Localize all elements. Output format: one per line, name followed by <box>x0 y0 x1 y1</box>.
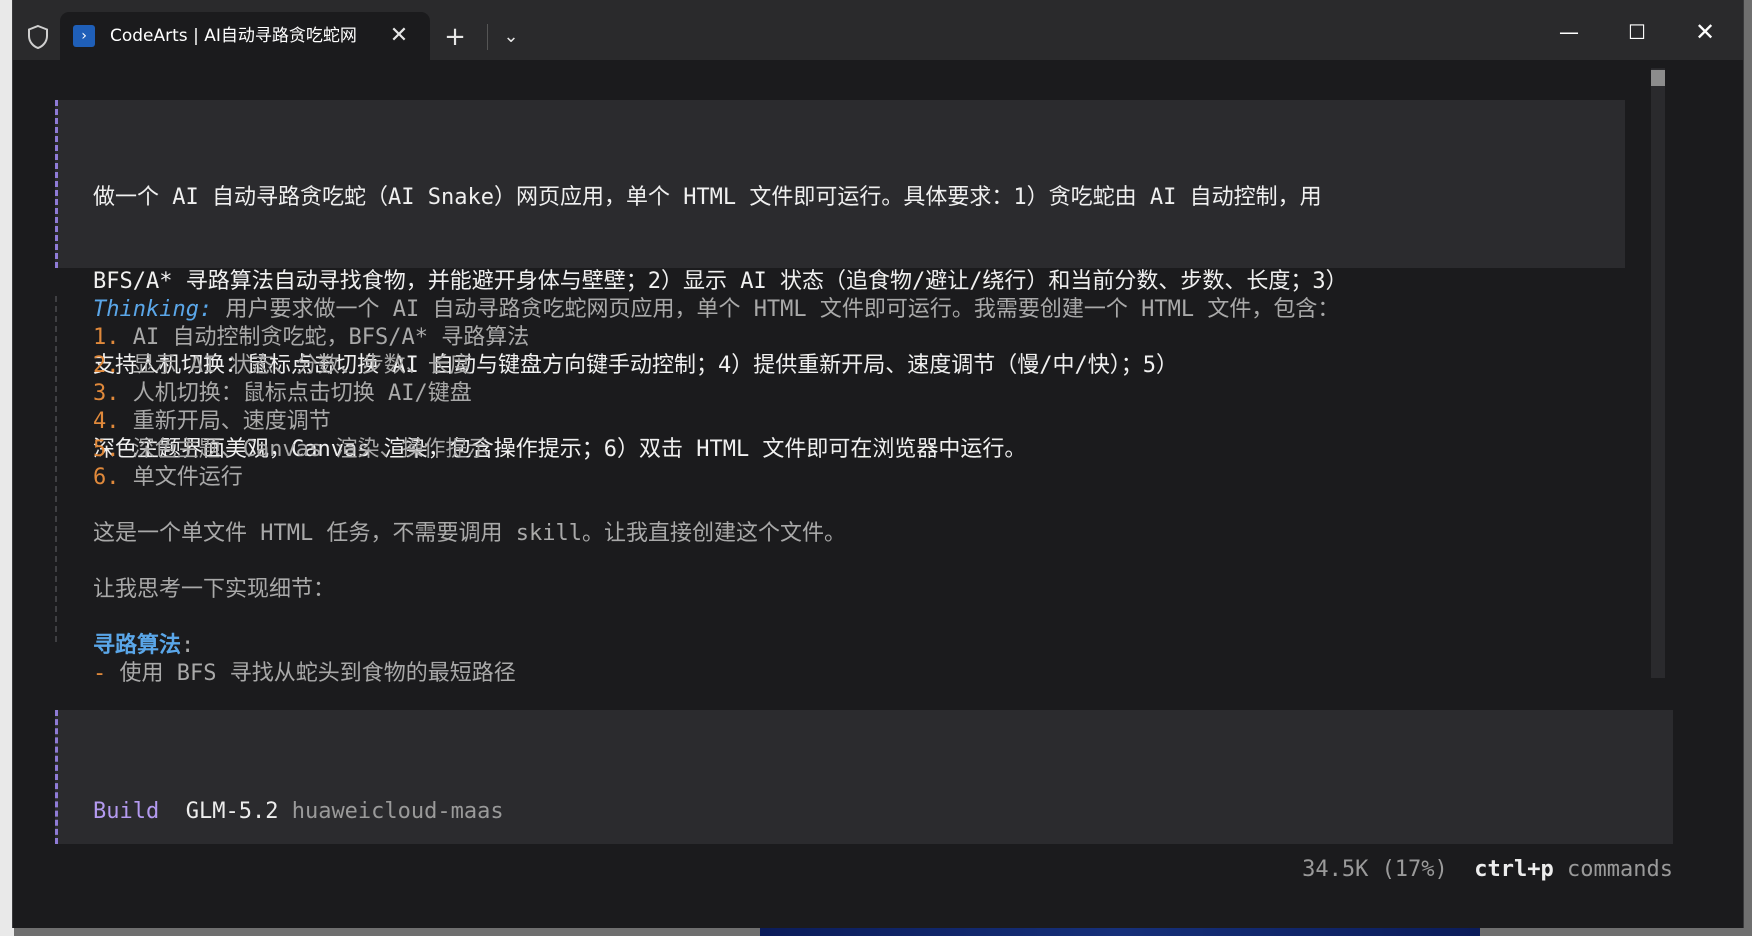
prompt-line: BFS/A* 寻路算法自动寻找食物，并能避开身体与壁壁；2）显示 AI 状态（追… <box>93 269 1348 294</box>
mode-label[interactable]: Build <box>93 799 159 824</box>
list-item: 6. 单文件运行 <box>93 464 1623 492</box>
shortcut-label[interactable]: commands <box>1567 857 1673 882</box>
agent-info: Build GLM-5.2 huaweicloud-maas <box>93 798 504 826</box>
tab-close-button[interactable]: ✕ <box>386 23 412 49</box>
prompt-accent-rule <box>55 100 58 268</box>
prompt-line: 做一个 AI 自动寻路贪吃蛇（AI Snake）网页应用，单个 HTML 文件即… <box>93 185 1322 210</box>
list-item: 3. 人机切换：鼠标点击切换 AI/键盘 <box>93 380 1623 408</box>
tab-codearts[interactable]: › CodeArts | AI自动寻路贪吃蛇网 ✕ <box>60 12 430 60</box>
list-text: 人机切换：鼠标点击切换 AI/键盘 <box>119 381 472 406</box>
thinking-intro-text: 用户要求做一个 AI 自动寻路贪吃蛇网页应用，单个 HTML 文件即可运行。我需… <box>212 297 1340 322</box>
thinking-paragraph: 这是一个单文件 HTML 任务，不需要调用 skill。让我直接创建这个文件。 <box>93 521 846 546</box>
list-item: 4. 重新开局、速度调节 <box>93 408 1623 436</box>
list-number: 5. <box>93 437 120 462</box>
section-heading: 寻路算法: <box>93 632 1623 660</box>
scrollbar-track[interactable] <box>1651 68 1665 678</box>
input-accent-rule <box>55 710 58 844</box>
terminal-window: › CodeArts | AI自动寻路贪吃蛇网 ✕ + ⌄ — ☐ ✕ 做一个 … <box>12 0 1744 928</box>
list-number: 6. <box>93 465 120 490</box>
thinking-paragraph: 让我思考一下实现细节： <box>93 577 336 602</box>
model-name[interactable]: GLM-5.2 <box>186 799 279 824</box>
chevron-down-icon[interactable]: ⌄ <box>495 22 527 52</box>
close-window-button[interactable]: ✕ <box>1685 16 1725 48</box>
section-colon: : <box>181 633 195 658</box>
list-text: 显示 AI 状态、分数、步数、长度 <box>119 353 472 378</box>
bullet-item: - 使用 BFS 寻找从蛇头到食物的最短路径 <box>93 660 1623 688</box>
list-number: 3. <box>93 381 120 406</box>
shield-icon[interactable] <box>25 24 51 50</box>
status-bar: 34.5K (17%) ctrl+p commands <box>1302 856 1673 884</box>
list-text: 深色主题、Canvas 渲染、操作提示 <box>119 437 490 462</box>
thinking-rule <box>55 296 57 642</box>
shortcut-key: ctrl+p <box>1474 857 1554 882</box>
maximize-button[interactable]: ☐ <box>1617 16 1657 48</box>
terminal-content: 做一个 AI 自动寻路贪吃蛇（AI Snake）网页应用，单个 HTML 文件即… <box>13 60 1743 928</box>
list-item: 1. AI 自动控制贪吃蛇，BFS/A* 寻路算法 <box>93 324 1623 352</box>
scrollbar-thumb[interactable] <box>1651 70 1665 86</box>
provider-name: huaweicloud-maas <box>291 799 504 824</box>
token-usage: 34.5K (17%) <box>1302 857 1448 882</box>
list-number: 1. <box>93 325 120 350</box>
title-bar[interactable]: › CodeArts | AI自动寻路贪吃蛇网 ✕ + ⌄ — ☐ ✕ <box>13 0 1743 60</box>
list-item: 5. 深色主题、Canvas 渲染、操作提示 <box>93 436 1623 464</box>
list-number: 4. <box>93 409 120 434</box>
tab-separator <box>487 24 488 50</box>
thinking-block: Thinking: 用户要求做一个 AI 自动寻路贪吃蛇网页应用，单个 HTML… <box>93 296 1623 688</box>
bullet-dash: - <box>93 661 107 686</box>
list-text: 重新开局、速度调节 <box>119 409 331 434</box>
list-text: AI 自动控制贪吃蛇，BFS/A* 寻路算法 <box>119 325 530 350</box>
thinking-intro: Thinking: 用户要求做一个 AI 自动寻路贪吃蛇网页应用，单个 HTML… <box>93 296 1623 324</box>
minimize-button[interactable]: — <box>1549 16 1589 48</box>
list-item: 2. 显示 AI 状态、分数、步数、长度 <box>93 352 1623 380</box>
list-text: 单文件运行 <box>119 465 243 490</box>
list-number: 2. <box>93 353 120 378</box>
new-tab-button[interactable]: + <box>439 22 471 52</box>
powershell-icon: › <box>73 25 95 47</box>
section-title: 寻路算法 <box>93 633 182 658</box>
bullet-text: 使用 BFS 寻找从蛇头到食物的最短路径 <box>106 661 516 686</box>
thinking-label: Thinking: <box>93 297 213 322</box>
tab-title: CodeArts | AI自动寻路贪吃蛇网 <box>110 26 357 46</box>
